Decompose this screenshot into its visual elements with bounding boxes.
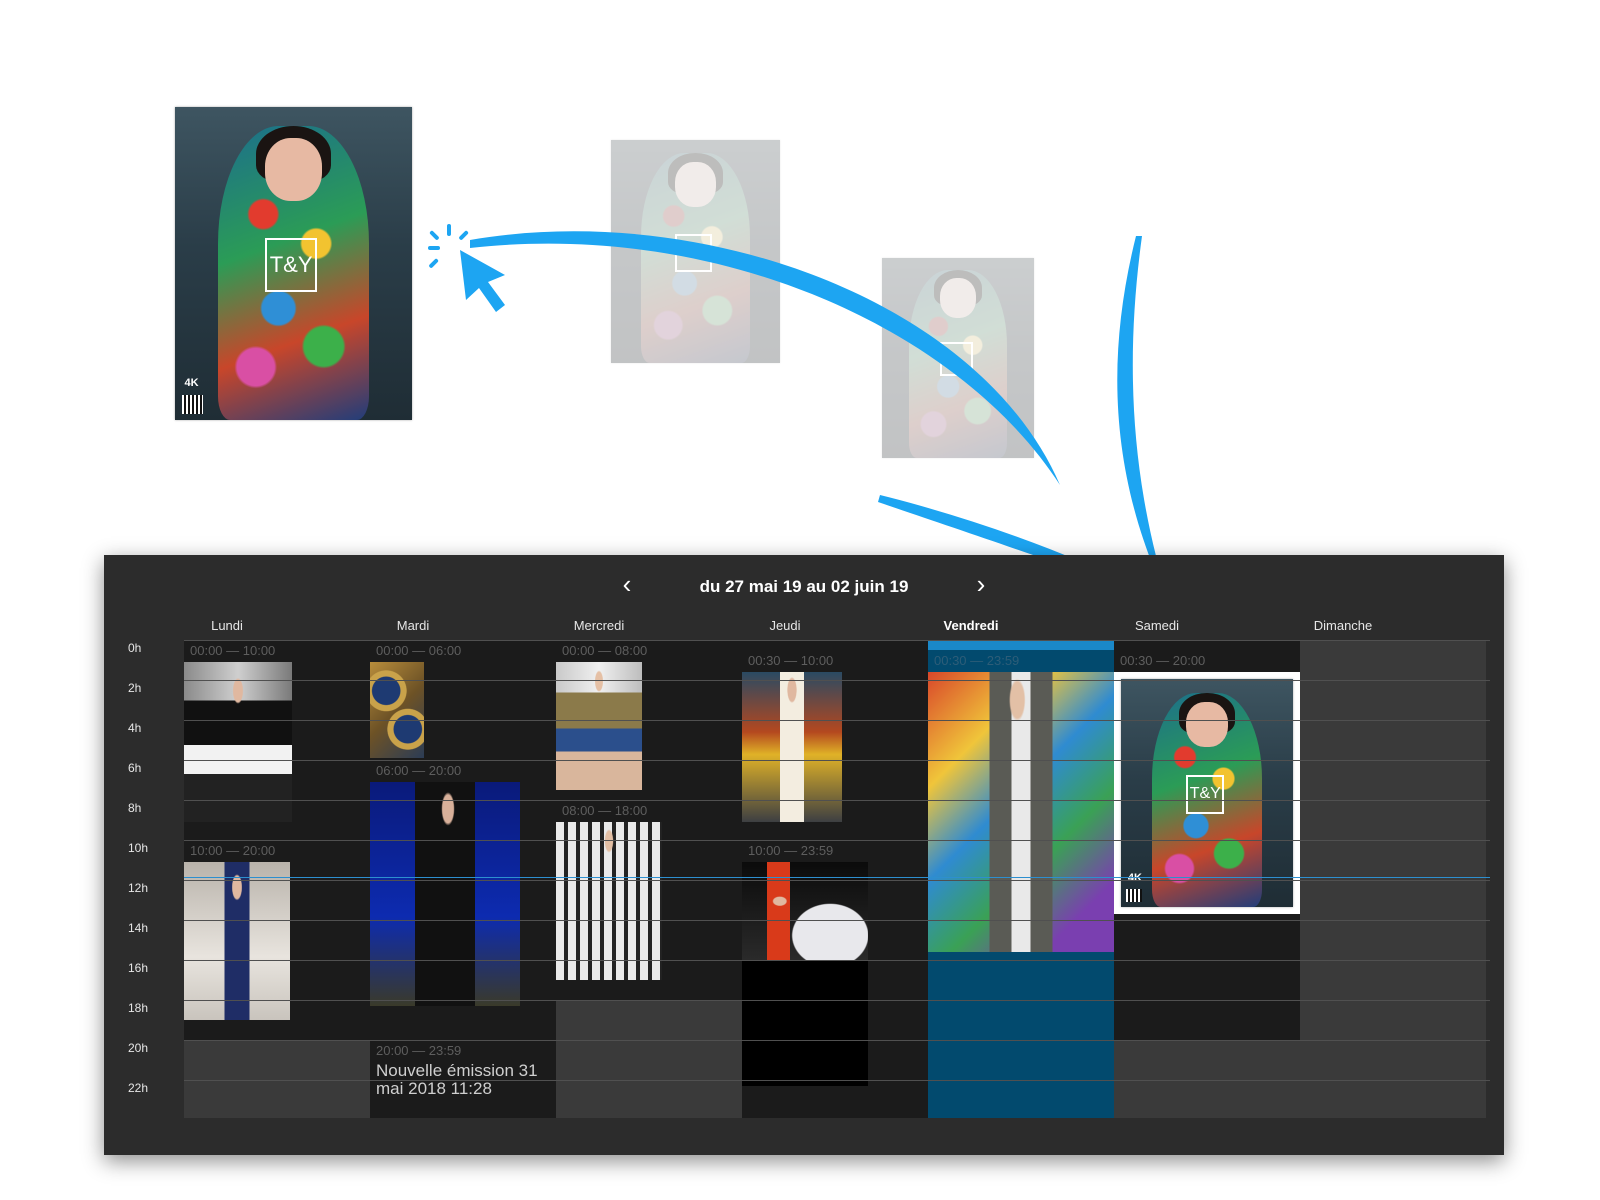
day-header-mardi[interactable]: Mardi (320, 618, 506, 633)
hour-label: 20h (128, 1041, 149, 1055)
day-column-vendredi[interactable]: 00:30 — 23:59 (928, 640, 1114, 1118)
empty-slot[interactable] (1114, 1040, 1300, 1118)
slot-time: 06:00 — 20:00 (376, 763, 462, 778)
hour-gridline (184, 1040, 1490, 1041)
empty-slot[interactable] (556, 1000, 742, 1118)
hour-gridline (184, 960, 1490, 961)
poster-face (1186, 701, 1228, 748)
program-slot[interactable]: 00:00 — 10:00 (184, 640, 370, 840)
program-thumbnail (184, 862, 290, 1020)
slot-time: 00:00 — 10:00 (190, 643, 276, 658)
hour-label: 22h (128, 1081, 149, 1095)
slot-time: 00:00 — 08:00 (562, 643, 648, 658)
poster-qr-code (182, 394, 204, 414)
active-day-bar (928, 640, 1114, 650)
slot-time: 10:00 — 20:00 (190, 843, 276, 858)
ghost-face (939, 278, 977, 318)
program-slot[interactable]: 00:00 — 06:00 (370, 640, 556, 760)
day-column-mercredi[interactable]: 00:00 — 08:00 08:00 — 18:00 (556, 640, 742, 1118)
slot-time: 20:00 — 23:59 (376, 1043, 462, 1058)
program-thumbnail (370, 782, 520, 1006)
day-column-dimanche[interactable] (1300, 640, 1486, 1118)
program-thumbnail (370, 662, 424, 758)
poster-logo: T&Y (1186, 774, 1225, 814)
program-slot[interactable]: 08:00 — 18:00 (556, 800, 742, 1000)
day-header-jeudi[interactable]: Jeudi (692, 618, 878, 633)
hour-gridline (184, 1080, 1490, 1081)
day-column-samedi[interactable]: 00:30 — 20:00 T&Y 4K (1114, 640, 1300, 1118)
hour-label: 2h (128, 681, 142, 695)
empty-slot[interactable] (184, 1040, 370, 1118)
program-slot[interactable]: 00:30 — 23:59 (928, 650, 1114, 960)
chevron-left-icon: ‹ (622, 569, 632, 599)
hour-label: 14h (128, 921, 149, 935)
day-header-samedi[interactable]: Samedi (1064, 618, 1250, 633)
program-thumbnail (556, 822, 662, 980)
program-slot[interactable]: 00:30 — 10:00 (742, 650, 928, 840)
day-column-jeudi[interactable]: 00:30 — 10:00 10:00 — 23:59 (742, 640, 928, 1118)
program-slot[interactable]: 00:30 — 20:00 T&Y 4K (1114, 650, 1300, 1010)
day-header-lundi[interactable]: Lundi (134, 618, 320, 633)
hour-gridline (184, 880, 1490, 881)
hour-label: 4h (128, 721, 142, 735)
hour-label: 8h (128, 801, 142, 815)
week-range-title: du 27 mai 19 au 02 juin 19 (699, 577, 909, 596)
poster-4k-badge: 4K (1127, 872, 1142, 885)
dropped-poster: T&Y 4K (1121, 679, 1293, 907)
schedule-calendar: ‹ du 27 mai 19 au 02 juin 19 › Lundi Mar… (104, 555, 1504, 1155)
slot-time: 10:00 — 23:59 (748, 843, 834, 858)
cursor-click-icon (428, 224, 505, 312)
next-week-button[interactable]: › (966, 569, 996, 601)
poster-qr-code (1126, 888, 1142, 903)
drag-down-arrow (1117, 236, 1170, 605)
program-thumbnail (556, 662, 642, 790)
day-header-vendredi[interactable]: Vendredi (878, 618, 1064, 633)
program-slot[interactable]: 10:00 — 20:00 (184, 840, 370, 1040)
slot-time: 00:00 — 06:00 (376, 643, 462, 658)
hour-gridline (184, 800, 1490, 801)
program-slot[interactable]: 10:00 — 23:59 (742, 840, 928, 1118)
current-time-line (184, 877, 1490, 878)
hour-label: 16h (128, 961, 149, 975)
day-header-dimanche[interactable]: Dimanche (1250, 618, 1436, 633)
hour-label: 10h (128, 841, 149, 855)
ghost-face (675, 162, 716, 207)
chevron-right-icon: › (976, 569, 986, 599)
ghost-logo (939, 342, 974, 376)
poster-logo: T&Y (265, 238, 318, 292)
hour-label: 0h (128, 641, 142, 655)
prev-week-button[interactable]: ‹ (612, 569, 642, 601)
slot-time: 00:30 — 23:59 (934, 653, 1020, 668)
hour-gridline (184, 760, 1490, 761)
day-column-mardi[interactable]: 00:00 — 06:00 06:00 — 20:00 20:00 — 23:5… (370, 640, 556, 1118)
program-slot[interactable]: 06:00 — 20:00 (370, 760, 556, 1040)
hour-label: 6h (128, 761, 142, 775)
hour-gridline (184, 840, 1490, 841)
poster-face (265, 138, 322, 201)
calendar-header: ‹ du 27 mai 19 au 02 juin 19 › (104, 569, 1504, 609)
program-thumbnail (184, 662, 292, 822)
dragged-poster[interactable]: T&Y 4K (175, 107, 412, 420)
drag-ghost-poster-2 (882, 258, 1034, 458)
hour-label: 12h (128, 881, 149, 895)
drag-ghost-poster-1 (611, 140, 780, 363)
hour-gridline (184, 920, 1490, 921)
program-thumbnail (928, 672, 1114, 952)
day-column-lundi[interactable]: 00:00 — 10:00 10:00 — 20:00 (184, 640, 370, 1118)
day-header-mercredi[interactable]: Mercredi (506, 618, 692, 633)
ghost-logo (675, 233, 713, 272)
program-slot[interactable]: 20:00 — 23:59 Nouvelle émission 31 mai 2… (370, 1040, 556, 1118)
slot-time: 08:00 — 18:00 (562, 803, 648, 818)
hour-gridline (184, 1000, 1490, 1001)
poster-4k-badge: 4K (184, 376, 199, 389)
hour-label: 18h (128, 1001, 149, 1015)
slot-time: 00:30 — 20:00 (1120, 653, 1206, 668)
slot-time: 00:30 — 10:00 (748, 653, 834, 668)
hour-gridline (184, 680, 1490, 681)
hour-gridline (184, 720, 1490, 721)
hour-gridline (184, 640, 1490, 641)
week-grid: 00:00 — 10:00 10:00 — 20:00 00:00 — 06:0… (184, 640, 1490, 1118)
